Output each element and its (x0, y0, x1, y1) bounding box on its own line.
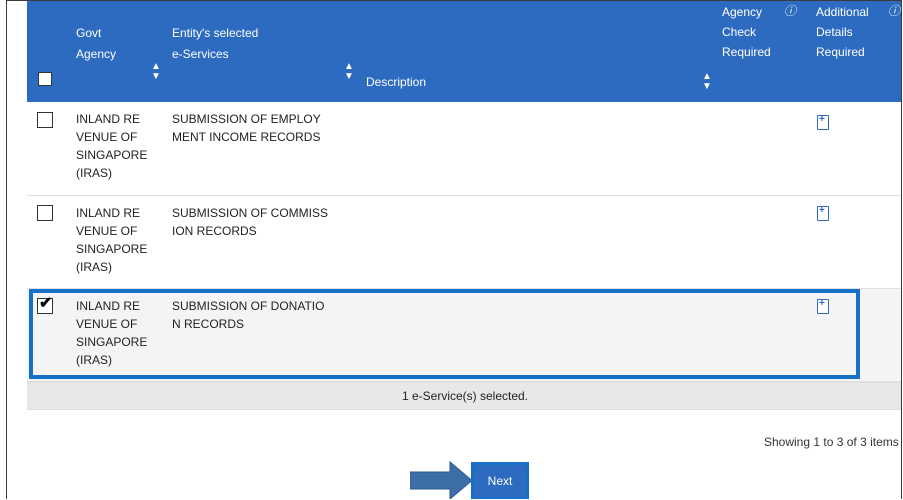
sort-icon[interactable]: ▲ ▼ (344, 62, 354, 82)
row-service: SUBMISSION OF EMPLOY MENT INCOME RECORDS (172, 112, 321, 144)
document-plus-icon[interactable] (817, 205, 829, 221)
table-header: Govt Agency ▲ ▼ Entity's selected e-Servi… (27, 1, 901, 102)
header-additional-details: Additional Details Required (816, 5, 869, 59)
header-eservices[interactable]: Entity's selected e-Services (172, 23, 258, 65)
sort-icon[interactable]: ▲ ▼ (151, 62, 161, 82)
info-icon[interactable]: ⓘ (888, 2, 900, 19)
select-all-checkbox[interactable] (38, 72, 52, 86)
eservices-table-frame: Govt Agency ▲ ▼ Entity's selected e-Servi… (6, 0, 902, 499)
sort-icon[interactable]: ▲ ▼ (702, 72, 712, 92)
row-agency: INLAND RE VENUE OF SINGAPORE (IRAS) (76, 206, 148, 274)
document-plus-icon[interactable] (817, 114, 829, 130)
next-button[interactable]: Next (471, 462, 529, 499)
selection-summary: 1 e-Service(s) selected. (27, 382, 901, 410)
table-row[interactable]: INLAND RE VENUE OF SINGAPORE (IRAS) SUBM… (27, 196, 901, 289)
info-icon[interactable]: ⓘ (784, 2, 796, 19)
row-checkbox[interactable] (37, 112, 53, 128)
arrow-right-icon (410, 460, 472, 499)
row-checkbox[interactable] (37, 205, 53, 221)
pagination-info: Showing 1 to 3 of 3 items (764, 435, 899, 449)
selected-row-highlight (29, 289, 860, 379)
header-agency-check: Agency Check Required (722, 5, 771, 59)
header-govt-agency[interactable]: Govt Agency (76, 23, 116, 65)
row-agency: INLAND RE VENUE OF SINGAPORE (IRAS) (76, 112, 148, 180)
table-row[interactable]: INLAND RE VENUE OF SINGAPORE (IRAS) SUBM… (27, 102, 901, 196)
header-description[interactable]: Description (366, 72, 426, 93)
row-service: SUBMISSION OF COMMISS ION RECORDS (172, 206, 329, 238)
